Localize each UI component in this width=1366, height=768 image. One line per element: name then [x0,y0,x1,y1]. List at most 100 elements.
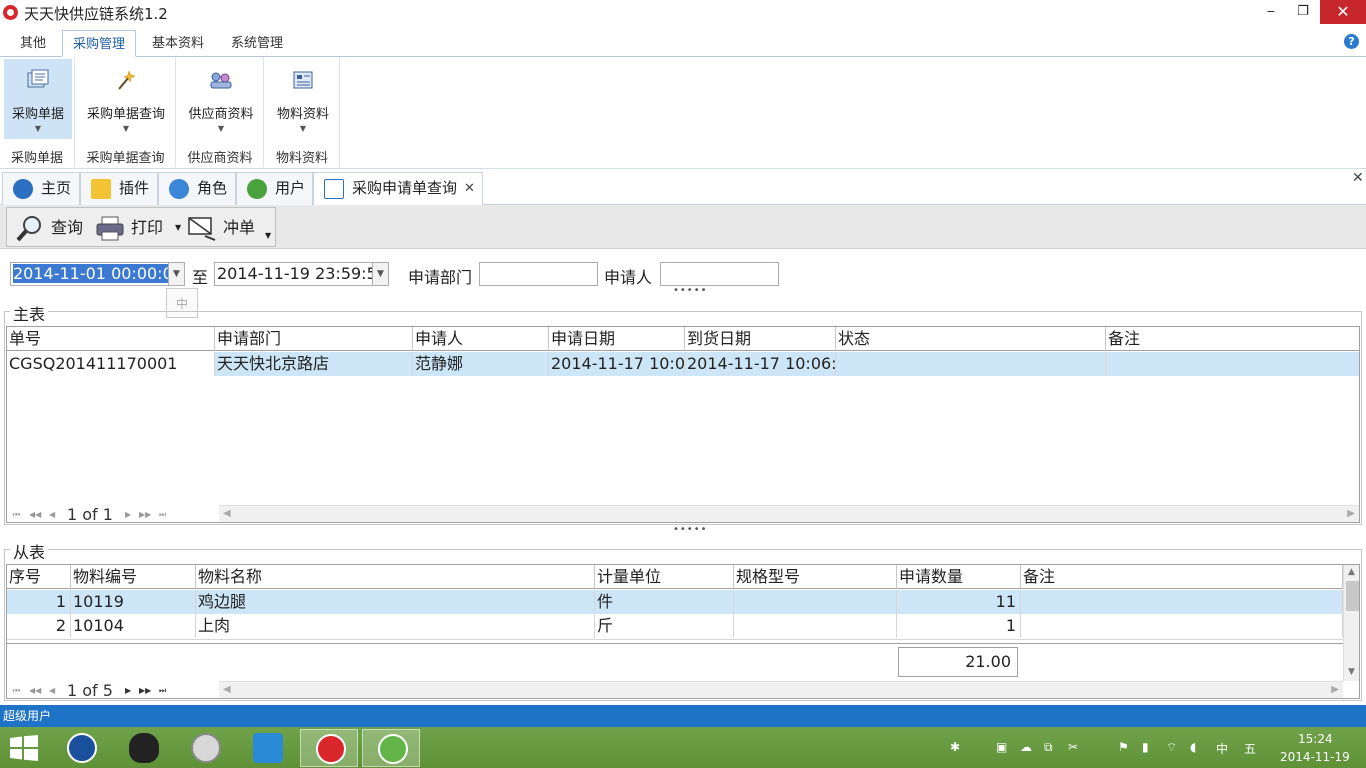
end-date-value: 2014-11-19 23:59:59 [217,264,387,283]
first-page-icon[interactable]: ⏮ [13,505,20,522]
tab-users[interactable]: 用户 [236,172,313,205]
column-header[interactable]: 申请人 [413,327,549,351]
start-date-picker[interactable]: 2014-11-01 00:00:00 ▼ [10,262,185,286]
print-button[interactable]: 打印 ▼ [95,208,187,248]
tab-roles[interactable]: 角色 [158,172,236,205]
scroll-up-icon[interactable]: ▲ [1348,567,1355,577]
taskbar-qq-app[interactable] [114,729,172,767]
tab-home[interactable]: 主页 [2,172,80,205]
column-header[interactable]: 计量单位 [595,565,734,589]
chevron-down-icon: ▼ [122,124,130,133]
taskbar-wifi-app[interactable] [52,729,110,767]
column-header[interactable]: 备注 [1106,327,1359,351]
taskbar-tool-app[interactable] [176,729,234,767]
detail-title: 从表 [10,539,49,563]
scroll-left-icon[interactable]: ◀ [223,508,231,519]
query-button[interactable]: 查询 [15,208,95,248]
tab-purchase-management[interactable]: 采购管理 [62,30,137,57]
column-header[interactable]: 状态 [836,327,1106,351]
last-page-icon[interactable]: ⏭ [159,681,166,698]
purchase-docs-button[interactable]: 采购单据 ▼ [4,59,72,139]
column-header[interactable]: 到货日期 [685,327,836,351]
close-document-icon[interactable]: ✕ [1352,170,1364,186]
table-row[interactable]: CGSQ201411170001 天天快北京路店 范静娜 2014-11-17 … [7,352,1359,376]
horizontal-scrollbar[interactable]: ◀ ▶ [219,505,1359,522]
column-header[interactable]: 序号 [7,565,71,589]
tab-close-icon[interactable]: ✕ [464,173,475,204]
tab-basic-data[interactable]: 基本资料 [142,30,214,57]
next-icon[interactable]: ▶ [125,681,131,698]
offset-button[interactable]: 冲单 ▼ [187,208,275,248]
monitor-icon[interactable]: ▣ [996,740,1007,754]
windows-start-icon[interactable] [10,735,38,761]
scroll-left-icon[interactable]: ◀ [223,684,231,695]
column-header[interactable]: 备注 [1021,565,1343,589]
taskbar-cloud-app[interactable] [238,729,296,767]
printer-icon [96,216,124,241]
column-header[interactable]: 规格型号 [734,565,897,589]
column-header[interactable]: 单号 [7,327,215,351]
cloud-tray-icon[interactable]: ☁ [1020,740,1032,754]
table-row[interactable]: 1 10119 鸡边腿 件 11 [7,590,1343,614]
bluetooth-icon[interactable]: ✱ [950,740,960,754]
close-button[interactable]: ✕ [1320,0,1366,24]
tab-users-label: 用户 [275,179,306,197]
wifi-signal-icon[interactable]: ⌔ [1166,740,1177,755]
info-icon [13,179,33,199]
column-header[interactable]: 申请日期 [549,327,685,351]
network-icon[interactable]: ⧉ [1044,740,1053,755]
column-header[interactable]: 物料编号 [71,565,196,589]
chevron-down-icon[interactable]: ▼ [372,263,388,285]
splitter-handle[interactable]: ••••• [673,524,708,535]
chevron-down-icon[interactable]: ▼ [175,208,181,248]
next-icon[interactable]: ▶ [125,505,131,522]
ime-mode[interactable]: 五 [1244,740,1256,757]
device-icon[interactable]: ▮ [1142,740,1149,754]
scroll-thumb[interactable] [1346,581,1359,611]
column-header[interactable]: 物料名称 [196,565,595,589]
ime-language[interactable]: 中 [1216,740,1228,757]
last-page-icon[interactable]: ⏭ [159,505,166,522]
purchase-query-button[interactable]: 采购单据查询 ▼ [80,59,172,139]
end-date-picker[interactable]: 2014-11-19 23:59:59 ▼ [214,262,389,286]
splitter-handle[interactable]: ••••• [673,285,708,296]
help-icon[interactable]: ? [1344,34,1359,49]
flag-icon[interactable]: ⚑ [1118,740,1129,754]
tab-other[interactable]: 其他 [10,30,56,57]
chevron-down-icon[interactable]: ▼ [168,263,184,285]
first-page-icon[interactable]: ⏮ [13,681,20,698]
clock-time[interactable]: 15:24 [1298,732,1333,746]
clock-date[interactable]: 2014-11-19 [1280,750,1350,764]
volume-icon[interactable]: ◖ [1190,740,1196,754]
ribbon-panel: 采购单据 ▼ 采购单据 采购单据查询 ▼ 采购单据查询 供应商资料 ▼ 供应商资… [0,57,1366,223]
material-data-button[interactable]: 物料资料 ▼ [269,59,337,139]
cell-material-code: 10119 [71,590,196,614]
column-header[interactable]: 申请数量 [897,565,1021,589]
table-row[interactable]: 2 10104 上肉 斤 1 [7,614,1343,638]
taskbar-supply-chain-app[interactable] [300,729,358,767]
chevron-down-icon[interactable]: ▼ [265,216,271,256]
cell-seq: 1 [7,590,71,614]
tab-plugins[interactable]: 插件 [80,172,158,205]
prev-page-icon[interactable]: ◀◀ [29,505,41,522]
next-page-icon[interactable]: ▶▶ [139,505,151,522]
vertical-scrollbar[interactable]: ▲ ▼ [1343,565,1359,681]
toolbar-group: 查询 打印 ▼ 冲单 ▼ [6,207,276,247]
applicant-input[interactable] [660,262,779,286]
horizontal-scrollbar[interactable]: ◀ ▶ [219,681,1343,698]
tool-tray-icon[interactable]: ✂ [1068,740,1078,754]
column-header[interactable]: 申请部门 [215,327,413,351]
prev-page-icon[interactable]: ◀◀ [29,681,41,698]
scroll-right-icon[interactable]: ▶ [1347,508,1355,519]
tab-purchase-request-query[interactable]: 采购申请单查询 ✕ [313,172,483,205]
prev-icon[interactable]: ◀ [49,681,55,698]
next-page-icon[interactable]: ▶▶ [139,681,151,698]
scroll-right-icon[interactable]: ▶ [1331,684,1339,695]
taskbar-green-app[interactable] [362,729,420,767]
dept-input[interactable] [479,262,598,286]
tab-system-management[interactable]: 系统管理 [221,30,293,57]
scroll-down-icon[interactable]: ▼ [1348,667,1355,677]
supplier-data-button[interactable]: 供应商资料 ▼ [181,59,261,139]
prev-icon[interactable]: ◀ [49,505,55,522]
cloud-icon [253,733,283,763]
